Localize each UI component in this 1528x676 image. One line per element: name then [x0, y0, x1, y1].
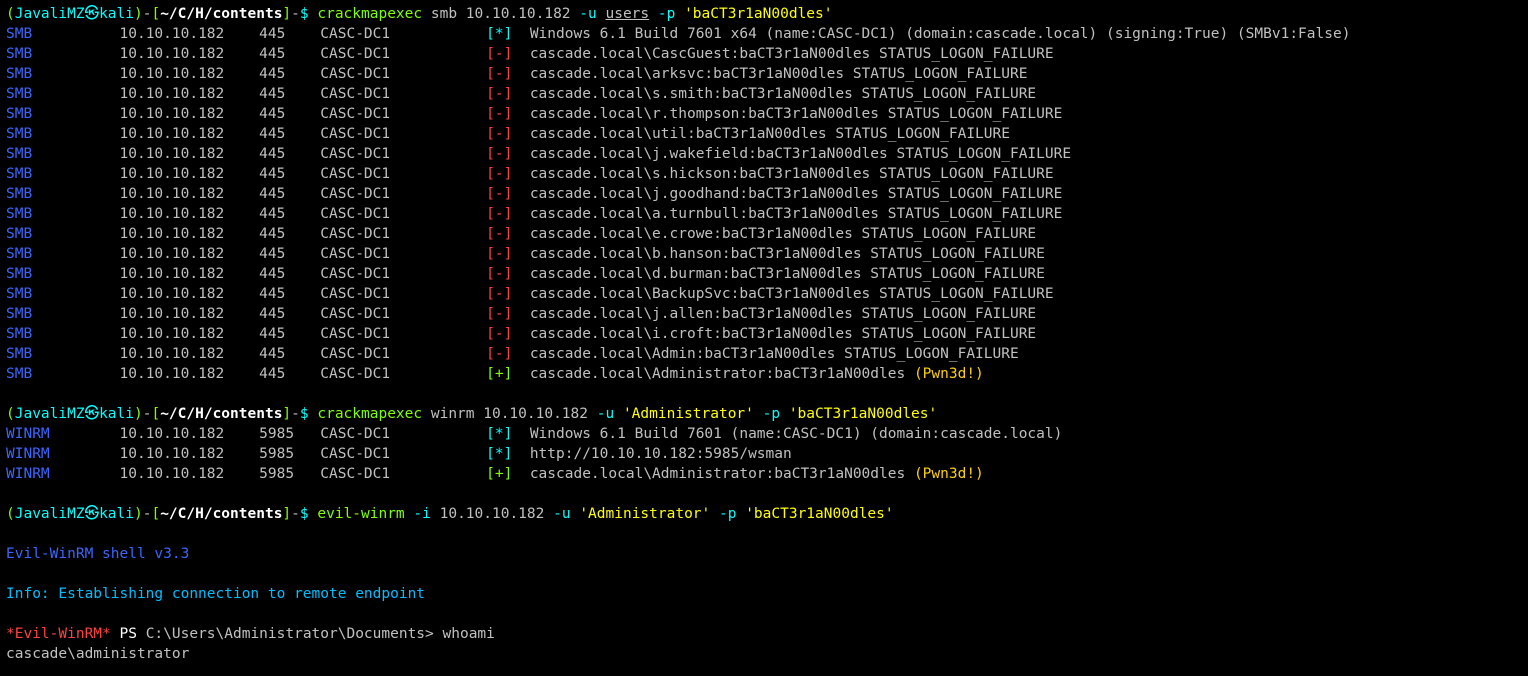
terminal-output[interactable]: (JavaliMZ㉿kali)-[~/C/H/contents]-$ crack…: [0, 0, 1528, 668]
